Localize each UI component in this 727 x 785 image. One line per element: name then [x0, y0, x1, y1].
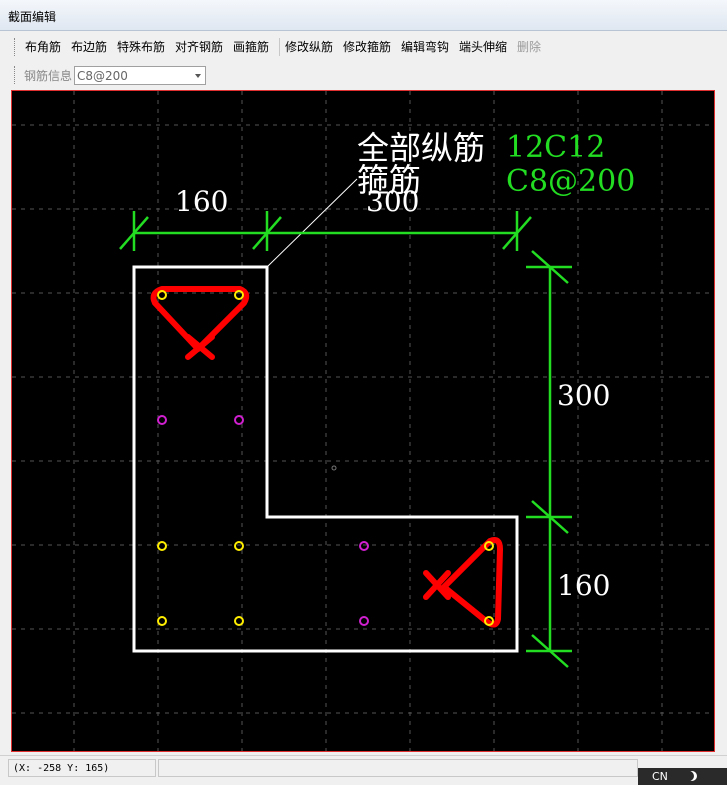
- stirrup-top: [150, 286, 250, 360]
- annot-long-value: 12C12: [506, 130, 605, 165]
- window-title: 截面编辑: [8, 10, 57, 24]
- align-bar-button[interactable]: 对齐钢筋: [175, 38, 223, 56]
- coordinate-readout: (X: -258 Y: 165): [8, 759, 156, 777]
- dimension-right: [526, 250, 572, 668]
- leader-line: [266, 178, 358, 268]
- section-outline: [132, 265, 519, 653]
- draw-stirrup-button[interactable]: 画箍筋: [233, 38, 269, 56]
- ime-lang: CN: [652, 770, 668, 783]
- section-canvas[interactable]: 160 300 300 160 全部纵筋 箍筋 12C12 C8@200: [11, 90, 715, 752]
- status-bar: (X: -258 Y: 165) CN: [0, 755, 727, 785]
- edit-toolbar: 布角筋 布边筋 特殊布筋 对齐钢筋 画箍筋 修改纵筋 修改箍筋 编辑弯钩 端头伸…: [0, 34, 727, 60]
- edit-hook-button[interactable]: 编辑弯钩: [401, 38, 449, 56]
- annot-stirrup-label: 箍筋: [357, 161, 421, 199]
- rebar-info-toolbar: 钢筋信息 C8@200: [0, 62, 727, 88]
- toolbar-separator: [279, 38, 280, 56]
- rebar-info-value: C8@200: [77, 69, 128, 83]
- rebar-info-combo[interactable]: C8@200: [74, 66, 206, 85]
- delete-button[interactable]: 删除: [517, 38, 541, 56]
- dim-label-right-bottom: 160: [557, 569, 610, 602]
- dim-label-top-left: 160: [175, 185, 228, 218]
- moon-icon: [684, 771, 694, 781]
- extend-end-button[interactable]: 端头伸缩: [459, 38, 507, 56]
- ime-indicator[interactable]: CN: [638, 768, 727, 785]
- annot-stirrup-value: C8@200: [506, 164, 635, 199]
- chevron-down-icon[interactable]: [195, 74, 201, 78]
- status-panel: [158, 759, 638, 777]
- corner-bar-button[interactable]: 布角筋: [25, 38, 61, 56]
- toolbar-grip[interactable]: [14, 66, 17, 84]
- edge-bars: [157, 415, 369, 626]
- special-bar-button[interactable]: 特殊布筋: [117, 38, 165, 56]
- toolbar-grip[interactable]: [14, 38, 17, 56]
- stirrup-bottom: [423, 537, 503, 628]
- dim-label-right-top: 300: [557, 379, 610, 412]
- window-titlebar: 截面编辑: [0, 0, 727, 31]
- rebar-info-label: 钢筋信息: [24, 69, 73, 83]
- edge-bar-button[interactable]: 布边筋: [71, 38, 107, 56]
- edit-long-bar-button[interactable]: 修改纵筋: [285, 38, 333, 56]
- origin-marker: [331, 465, 337, 471]
- edit-stirrup-button[interactable]: 修改箍筋: [343, 38, 391, 56]
